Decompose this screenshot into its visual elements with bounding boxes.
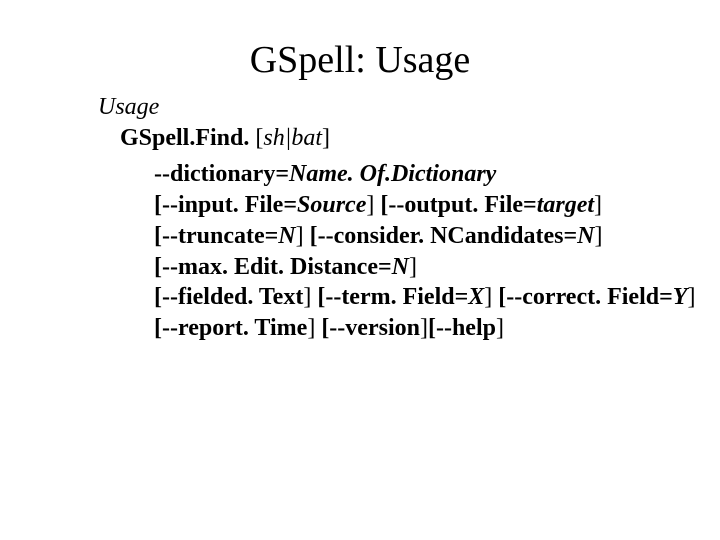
- option-line-6: [--report. Time][--version][--help]: [154, 313, 680, 344]
- slide-title: GSpell: Usage: [0, 0, 720, 92]
- slide-body: Usage GSpell.Find. [sh|bat] --dictionary…: [0, 92, 720, 344]
- option-line-4: [--max. Edit. Distance=N]: [154, 252, 680, 283]
- option-line-1: --dictionary=Name. Of.Dictionary: [154, 159, 680, 190]
- bracket-open: [--: [154, 223, 178, 249]
- opt-key: report. Time: [178, 315, 307, 341]
- bracket-close: ]: [420, 315, 428, 341]
- bracket-open: [--: [154, 284, 178, 310]
- opt-val: X: [468, 284, 484, 310]
- bracket-open: [--: [154, 315, 178, 341]
- bracket-close: ]: [409, 254, 417, 280]
- bracket-close: ]: [307, 315, 315, 341]
- opt-key: term. Field=: [341, 284, 468, 310]
- slide: GSpell: Usage Usage GSpell.Find. [sh|bat…: [0, 0, 720, 540]
- dash: --: [154, 161, 170, 187]
- bracket-open: [: [249, 125, 263, 151]
- opt-key: consider. NCandidates=: [334, 223, 578, 249]
- command-name: GSpell.Find.: [120, 125, 249, 151]
- opt-key: input. File=: [178, 192, 297, 218]
- bracket-open: [--: [154, 254, 178, 280]
- bracket-close: ]: [594, 192, 602, 218]
- opt-val: Source: [297, 192, 366, 218]
- command-line: GSpell.Find. [sh|bat]: [98, 123, 680, 154]
- opt-val: N: [392, 254, 409, 280]
- opt-key: output. File=: [404, 192, 536, 218]
- opt-val: Y: [673, 284, 688, 310]
- bracket-close: ]: [484, 284, 492, 310]
- command-ext: sh|bat: [263, 125, 322, 151]
- bracket-open: [--: [380, 192, 404, 218]
- option-line-2: [--input. File=Source][--output. File=ta…: [154, 190, 680, 221]
- bracket-close: ]: [303, 284, 311, 310]
- opt-key: help: [452, 315, 496, 341]
- bracket-close: ]: [322, 125, 330, 151]
- bracket-close: ]: [594, 223, 602, 249]
- usage-heading: Usage: [98, 92, 680, 123]
- opt-key: correct. Field=: [522, 284, 673, 310]
- opt-val: Name. Of.Dictionary: [289, 161, 496, 187]
- bracket-open: [--: [317, 284, 341, 310]
- opt-key: max. Edit. Distance=: [178, 254, 392, 280]
- bracket-close: ]: [687, 284, 695, 310]
- opt-key: version: [345, 315, 420, 341]
- option-line-5: [--fielded. Text][--term. Field=X][--cor…: [154, 282, 680, 313]
- opt-val: target: [537, 192, 594, 218]
- bracket-open: [--: [310, 223, 334, 249]
- bracket-open: [--: [428, 315, 452, 341]
- bracket-open: [--: [321, 315, 345, 341]
- opt-val: N: [577, 223, 594, 249]
- bracket-close: ]: [296, 223, 304, 249]
- bracket-open: [--: [498, 284, 522, 310]
- bracket-close: ]: [496, 315, 504, 341]
- bracket-close: ]: [366, 192, 374, 218]
- opt-key: truncate=: [178, 223, 278, 249]
- opt-val: N: [278, 223, 295, 249]
- opt-key: dictionary=: [170, 161, 289, 187]
- options-block: --dictionary=Name. Of.Dictionary [--inpu…: [98, 153, 680, 343]
- bracket-open: [--: [154, 192, 178, 218]
- option-line-3: [--truncate=N][--consider. NCandidates=N…: [154, 221, 680, 252]
- opt-key: fielded. Text: [178, 284, 303, 310]
